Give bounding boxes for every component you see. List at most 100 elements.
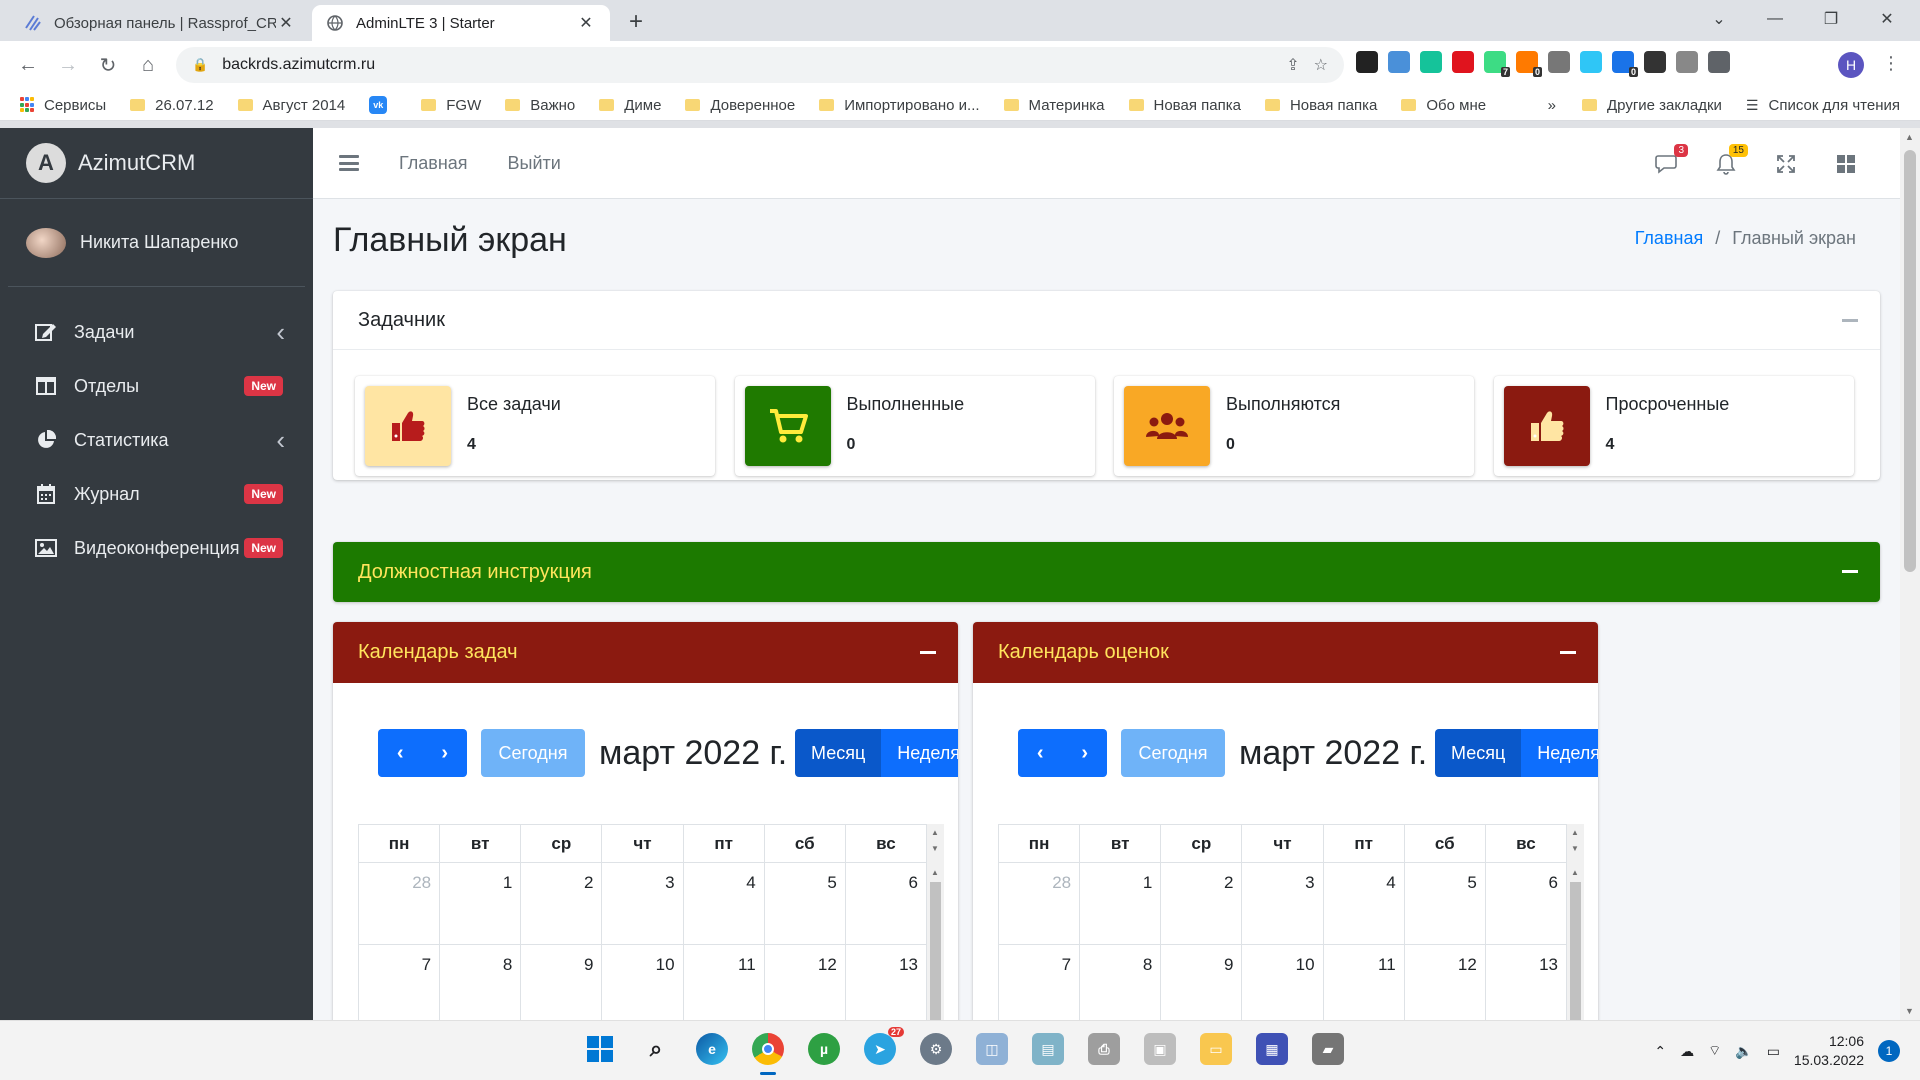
brand-link[interactable]: A AzimutCRM xyxy=(0,128,313,199)
calendar-day-cell[interactable]: 13 xyxy=(846,945,927,1020)
calendar-day-cell[interactable]: 5 xyxy=(765,863,846,944)
bookmark-item[interactable]: Доверенное xyxy=(685,96,795,114)
minimize-button[interactable]: — xyxy=(1752,4,1798,34)
calendar-day-cell[interactable]: 2 xyxy=(521,863,603,944)
scroll-up-arrow-icon[interactable]: ▲ xyxy=(931,868,939,877)
eye-ext-icon[interactable] xyxy=(1676,51,1698,73)
calendar-day-cell[interactable]: 9 xyxy=(1161,945,1243,1020)
scrollbar-thumb[interactable] xyxy=(1570,882,1581,1020)
bookmark-item[interactable]: 26.07.12 xyxy=(130,96,214,114)
collapse-minus-icon[interactable] xyxy=(1560,651,1576,654)
chrome-browser-icon[interactable] xyxy=(752,1033,784,1075)
calendar-day-cell[interactable]: 5 xyxy=(1405,863,1486,944)
utorrent-icon[interactable]: µ xyxy=(808,1033,840,1065)
today-button[interactable]: Сегодня xyxy=(481,729,585,777)
calendar-day-cell[interactable]: 28 xyxy=(999,863,1081,944)
bookmark-item[interactable]: Новая папка xyxy=(1128,96,1241,114)
calendar-day-cell[interactable]: 6 xyxy=(1486,863,1567,944)
usb-drive-icon[interactable]: ▰ xyxy=(1312,1033,1344,1065)
calendar-scrollbar[interactable]: ▲ ▼ ▲ xyxy=(927,824,944,1020)
bookmark-item[interactable]: Материнка xyxy=(1003,96,1105,114)
tab-search-icon[interactable]: ⌄ xyxy=(1696,4,1742,34)
view-button[interactable]: Месяц xyxy=(795,729,882,777)
bookmark-item[interactable]: Импортировано и... xyxy=(819,96,980,114)
scroll-down-arrow-icon[interactable]: ▼ xyxy=(931,844,939,853)
calendar-day-cell[interactable]: 3 xyxy=(1242,863,1324,944)
ghost-icon[interactable] xyxy=(1356,51,1378,73)
bell-ext-icon[interactable]: 0 xyxy=(1612,51,1638,77)
star-icon[interactable]: ☆ xyxy=(1314,55,1328,75)
collapse-minus-icon[interactable] xyxy=(1842,570,1858,573)
view-button[interactable]: Месяц xyxy=(1435,729,1522,777)
windows-start-icon[interactable] xyxy=(584,1033,616,1065)
sidebar-item-4[interactable]: Журнал New xyxy=(0,467,313,521)
calendar-day-cell[interactable]: 3 xyxy=(602,863,684,944)
telegram-icon[interactable]: ➤ 27 xyxy=(864,1027,904,1065)
volume-icon[interactable]: 🔈 xyxy=(1735,1043,1752,1060)
grid-apps-icon[interactable] xyxy=(1834,152,1858,176)
chevron-right-icon[interactable]: › xyxy=(1063,742,1108,765)
calendar-day-cell[interactable]: 4 xyxy=(1324,863,1405,944)
orange-icon[interactable]: 0 xyxy=(1516,51,1542,77)
calendar-day-cell[interactable]: 1 xyxy=(440,863,522,944)
share-icon[interactable]: ⇪ xyxy=(1286,55,1299,75)
grammarly-icon[interactable] xyxy=(1420,51,1442,73)
other-bookmarks[interactable]: Другие закладки xyxy=(1581,97,1722,114)
today-button[interactable]: Сегодня xyxy=(1121,729,1225,777)
nav-link-logout[interactable]: Выйти xyxy=(508,153,561,174)
reading-list[interactable]: ☰ Список для чтения xyxy=(1746,97,1900,114)
control-panel-icon[interactable]: ◫ xyxy=(976,1033,1008,1065)
scroll-up-arrow-icon[interactable]: ▲ xyxy=(1571,868,1579,877)
info-box[interactable]: Выполняются 0 xyxy=(1114,376,1474,476)
scroll-up-arrow-icon[interactable]: ▲ xyxy=(931,828,939,837)
tab-overview-panel[interactable]: Обзорная панель | Rassprof_CRM ✕ xyxy=(10,5,310,41)
calendar-day-cell[interactable]: 1 xyxy=(1080,863,1162,944)
nav-link-home[interactable]: Главная xyxy=(399,153,468,174)
info-box[interactable]: Все задачи 4 xyxy=(355,376,715,476)
calendar-day-cell[interactable]: 8 xyxy=(1080,945,1162,1020)
sidebar-item-5[interactable]: Видеоконференция New xyxy=(0,521,313,575)
chevron-right-icon[interactable]: › xyxy=(423,742,468,765)
bookmark-item[interactable]: Диме xyxy=(599,96,661,114)
address-bar[interactable]: 🔒 backrds.azimutcrm.ru ⇪ ☆ xyxy=(176,47,1344,83)
search-ext-icon[interactable] xyxy=(1548,51,1570,73)
file-explorer-icon[interactable]: ▭ xyxy=(1200,1033,1232,1065)
edge-browser-icon[interactable]: e xyxy=(696,1033,728,1065)
bookmark-item[interactable]: FGW xyxy=(421,96,481,114)
close-icon[interactable]: ✕ xyxy=(276,13,296,33)
calendar-day-cell[interactable]: 9 xyxy=(521,945,603,1020)
search-icon[interactable]: ⌕ xyxy=(640,1033,672,1065)
info-box[interactable]: Просроченные 4 xyxy=(1493,376,1854,476)
bookmark-item[interactable]: Новая папка xyxy=(1264,96,1377,114)
messages-icon[interactable]: 3 xyxy=(1654,143,1688,176)
tab-adminlte-starter[interactable]: AdminLTE 3 | Starter ✕ xyxy=(312,5,610,41)
calendar-day-cell[interactable]: 12 xyxy=(1405,945,1486,1020)
fullscreen-icon[interactable] xyxy=(1774,152,1798,176)
scroll-up-arrow-icon[interactable]: ▲ xyxy=(1905,132,1914,142)
collapse-minus-icon[interactable] xyxy=(920,651,936,654)
kebab-menu-icon[interactable]: ⋮ xyxy=(1882,53,1900,74)
collapse-minus-icon[interactable] xyxy=(1842,319,1858,322)
sidebar-item-1[interactable]: Задачи ‹ xyxy=(0,305,313,359)
opera-icon[interactable] xyxy=(1452,51,1474,73)
android-icon[interactable]: 7 xyxy=(1484,51,1510,77)
calendar-day-cell[interactable]: 10 xyxy=(602,945,684,1020)
printer-icon[interactable]: ⎙ xyxy=(1088,1033,1120,1065)
notebook-icon[interactable]: ▤ xyxy=(1032,1033,1064,1065)
reload-icon[interactable]: ↻ xyxy=(92,49,124,81)
bookmark-item[interactable]: Обо мне xyxy=(1401,96,1486,114)
wifi-icon[interactable]: ⌔ xyxy=(1708,1042,1721,1060)
bookmark-apps[interactable]: Сервисы xyxy=(20,97,106,114)
flag-icon[interactable] xyxy=(1644,51,1666,73)
calendar-day-cell[interactable]: 11 xyxy=(684,945,765,1020)
new-tab-button[interactable]: + xyxy=(622,8,650,36)
bitrix24-icon[interactable] xyxy=(1580,51,1602,73)
calendar-day-cell[interactable]: 11 xyxy=(1324,945,1405,1020)
bookmark-item[interactable]: vk xyxy=(369,96,397,114)
job-description-header[interactable]: Должностная инструкция xyxy=(333,542,1880,602)
calendar-day-cell[interactable]: 28 xyxy=(359,863,441,944)
back-arrow-icon[interactable]: ← xyxy=(12,49,44,81)
maximize-button[interactable]: ❐ xyxy=(1808,4,1854,34)
hamburger-menu-icon[interactable] xyxy=(339,155,359,171)
home-icon[interactable]: ⌂ xyxy=(132,49,164,81)
